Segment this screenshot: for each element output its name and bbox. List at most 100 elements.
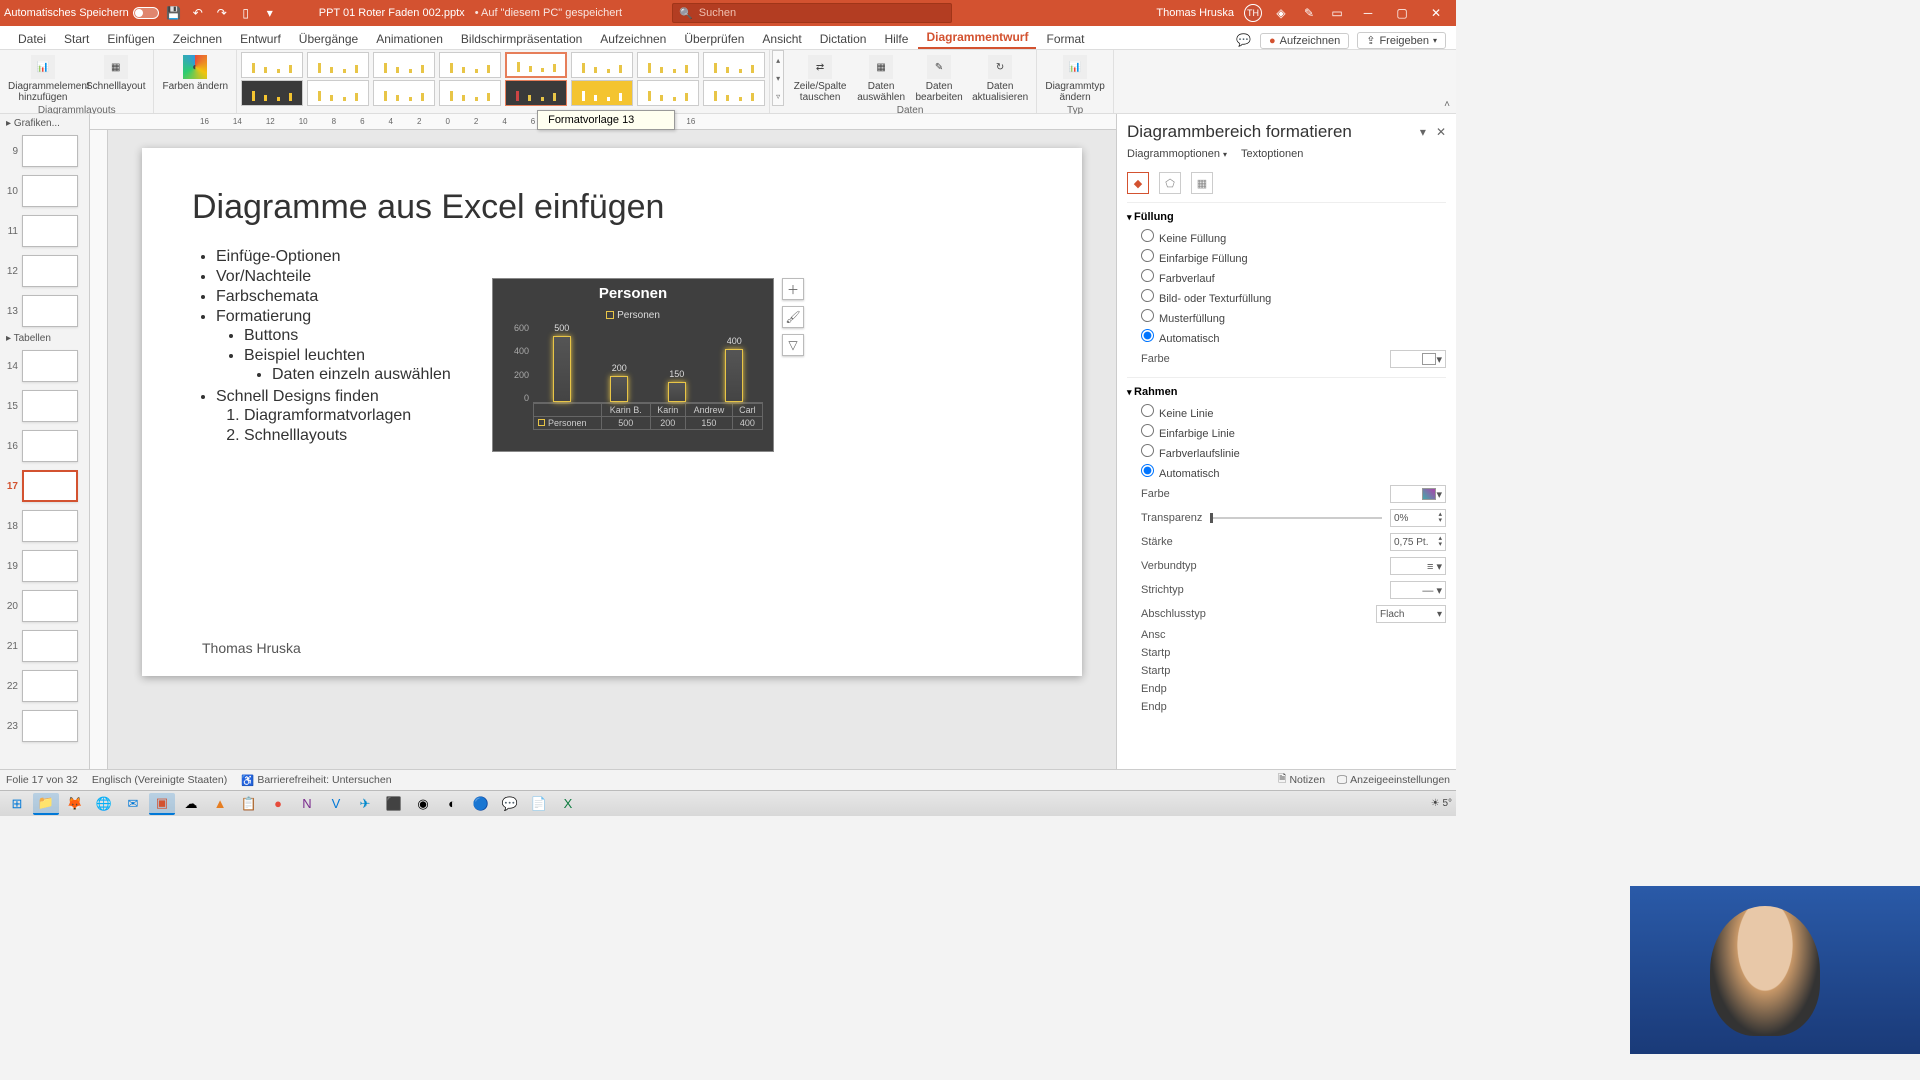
ink-icon[interactable]: ✎ [1300, 4, 1318, 22]
app-icon[interactable]: 📄 [526, 793, 552, 815]
language-button[interactable]: Englisch (Vereinigte Staaten) [92, 774, 227, 786]
section-fill[interactable]: Füllung [1127, 209, 1446, 227]
weather-widget[interactable]: ☀ 5° [1431, 798, 1452, 809]
share-button[interactable]: ⇪Freigeben▾ [1357, 32, 1446, 49]
section-border[interactable]: Rahmen [1127, 384, 1446, 402]
radio-auto-fill[interactable]: Automatisch [1127, 327, 1446, 347]
slide-thumb-22[interactable]: 22 [2, 666, 87, 706]
chart-style-thumb[interactable] [241, 80, 303, 106]
minimize-icon[interactable]: ─ [1356, 4, 1380, 22]
change-chart-type-button[interactable]: 📊Diagrammtyp ändern [1043, 53, 1107, 105]
slide-thumb-10[interactable]: 10 [2, 171, 87, 211]
radio-gradient-line[interactable]: Farbverlaufslinie [1127, 442, 1446, 462]
line-color-picker[interactable]: ▾ [1390, 485, 1446, 503]
dash-type-dropdown[interactable]: — ▾ [1390, 581, 1446, 599]
fill-color-picker[interactable]: ▾ [1390, 350, 1446, 368]
tab-ansicht[interactable]: Ansicht [754, 29, 809, 49]
ribbon-display-icon[interactable]: ▭ [1328, 4, 1346, 22]
explorer-icon[interactable]: 📁 [33, 793, 59, 815]
select-data-button[interactable]: ▦Daten auswählen [854, 53, 908, 105]
excel-icon[interactable]: X [555, 793, 581, 815]
app-icon[interactable]: 📋 [236, 793, 262, 815]
tab-bildschirmpräsentation[interactable]: Bildschirmpräsentation [453, 29, 590, 49]
obs-icon[interactable]: ◉ [410, 793, 436, 815]
app-icon[interactable]: ☁ [178, 793, 204, 815]
transparency-field[interactable]: 0%▴▾ [1390, 509, 1446, 527]
tab-chart-options[interactable]: Diagrammoptionen▾ [1127, 148, 1227, 160]
slide-thumb-12[interactable]: 12 [2, 251, 87, 291]
slide-thumb-21[interactable]: 21 [2, 626, 87, 666]
search-input[interactable]: 🔍 Suchen [672, 3, 952, 23]
section-header[interactable]: ▸ Tabellen [2, 331, 87, 346]
radio-auto-line[interactable]: Automatisch [1127, 462, 1446, 482]
app-icon[interactable]: ● [265, 793, 291, 815]
chart-style-thumb[interactable] [505, 52, 567, 78]
slide-thumb-23[interactable]: 23 [2, 706, 87, 746]
qat-more-icon[interactable]: ▾ [261, 4, 279, 22]
radio-pattern-fill[interactable]: Musterfüllung [1127, 307, 1446, 327]
tab-diagrammentwurf[interactable]: Diagrammentwurf [918, 27, 1036, 49]
comments-icon[interactable]: 💬 [1236, 33, 1252, 49]
accessibility-button[interactable]: ♿ Barrierefreiheit: Untersuchen [241, 774, 391, 787]
tab-dictation[interactable]: Dictation [812, 29, 875, 49]
collapse-ribbon-icon[interactable]: ˄ [1438, 50, 1456, 113]
slide-thumb-11[interactable]: 11 [2, 211, 87, 251]
refresh-data-button[interactable]: ↻Daten aktualisieren [970, 53, 1030, 105]
chart-style-thumb[interactable] [307, 80, 369, 106]
undo-icon[interactable]: ↶ [189, 4, 207, 22]
radio-solid-fill[interactable]: Einfarbige Füllung [1127, 247, 1446, 267]
tab-text-options[interactable]: Textoptionen [1241, 148, 1303, 160]
slide-counter[interactable]: Folie 17 von 32 [6, 774, 78, 786]
effects-icon[interactable]: ⬠ [1159, 172, 1181, 194]
slide-thumb-16[interactable]: 16 [2, 426, 87, 466]
transparency-slider[interactable] [1210, 517, 1382, 519]
chart-style-thumb[interactable] [637, 52, 699, 78]
tab-animationen[interactable]: Animationen [368, 29, 451, 49]
vscode-icon[interactable]: V [323, 793, 349, 815]
tab-start[interactable]: Start [56, 29, 97, 49]
user-avatar[interactable]: TH [1244, 4, 1262, 22]
edit-data-button[interactable]: ✎Daten bearbeiten [912, 53, 966, 105]
chart-style-thumb[interactable] [241, 52, 303, 78]
pane-options-icon[interactable]: ▾ [1420, 125, 1426, 139]
outlook-icon[interactable]: ✉ [120, 793, 146, 815]
app-icon[interactable]: ⬛ [381, 793, 407, 815]
chart-style-thumb[interactable] [703, 80, 765, 106]
tab-entwurf[interactable]: Entwurf [232, 29, 289, 49]
compound-type-dropdown[interactable]: ≡ ▾ [1390, 557, 1446, 575]
onenote-icon[interactable]: N [294, 793, 320, 815]
chart-style-thumb[interactable] [307, 52, 369, 78]
slide-thumb-9[interactable]: 9 [2, 131, 87, 171]
slide-thumb-15[interactable]: 15 [2, 386, 87, 426]
notes-button[interactable]: 🗎 Notizen [1278, 771, 1325, 789]
chart-style-thumb[interactable] [703, 52, 765, 78]
switch-row-col-button[interactable]: ⇄Zeile/Spalte tauschen [790, 53, 850, 105]
chart-style-thumb[interactable] [637, 80, 699, 106]
slide-thumb-13[interactable]: 13 [2, 291, 87, 331]
change-colors-button[interactable]: ◐Farben ändern [160, 53, 230, 94]
chart-style-thumb[interactable] [373, 52, 435, 78]
slide-thumb-14[interactable]: 14 [2, 346, 87, 386]
chart-style-thumb[interactable] [373, 80, 435, 106]
document-name[interactable]: PPT 01 Roter Faden 002.pptx [319, 7, 465, 19]
tab-überprüfen[interactable]: Überprüfen [676, 29, 752, 49]
close-icon[interactable]: ✕ [1424, 4, 1448, 22]
tab-zeichnen[interactable]: Zeichnen [165, 29, 230, 49]
slide-thumb-19[interactable]: 19 [2, 546, 87, 586]
chart-elements-icon[interactable]: ＋ [782, 278, 804, 300]
tab-format[interactable]: Format [1038, 29, 1092, 49]
coming-soon-icon[interactable]: ◈ [1272, 4, 1290, 22]
user-name[interactable]: Thomas Hruska [1156, 7, 1234, 19]
radio-solid-line[interactable]: Einfarbige Linie [1127, 422, 1446, 442]
app-icon[interactable]: ◐ [439, 793, 465, 815]
maximize-icon[interactable]: ▢ [1390, 4, 1414, 22]
tab-einfügen[interactable]: Einfügen [99, 29, 162, 49]
pane-close-icon[interactable]: ✕ [1436, 125, 1446, 139]
start-from-beginning-icon[interactable]: ▯ [237, 4, 255, 22]
start-icon[interactable]: ⊞ [4, 793, 30, 815]
redo-icon[interactable]: ↷ [213, 4, 231, 22]
chart-style-thumb[interactable] [571, 80, 633, 106]
firefox-icon[interactable]: 🦊 [62, 793, 88, 815]
powerpoint-icon[interactable]: ▣ [149, 793, 175, 815]
chrome-icon[interactable]: 🌐 [91, 793, 117, 815]
